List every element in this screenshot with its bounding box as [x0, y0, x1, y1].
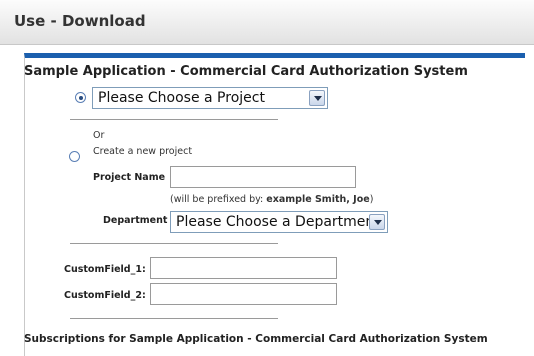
or-label: Or [93, 130, 105, 141]
custom-field-2-label: CustomField_2: [64, 290, 146, 301]
page-title: Use - Download [14, 12, 146, 30]
application-title: Sample Application - Commercial Card Aut… [24, 64, 468, 79]
department-label: Department [103, 215, 168, 226]
custom-field-2-input[interactable] [150, 283, 337, 305]
department-select-value: Please Choose a Department [176, 214, 380, 230]
prefix-note-close: ) [369, 194, 374, 205]
prefix-note-text: (will be prefixed by: [170, 194, 267, 205]
custom-field-1-label: CustomField_1: [64, 264, 146, 275]
page-header: Use - Download [0, 0, 534, 45]
create-project-label: Create a new project [93, 146, 193, 157]
project-select-value: Please Choose a Project [98, 90, 265, 106]
create-project-radio[interactable] [69, 151, 80, 162]
prefix-note-example: example Smith, Joe [266, 194, 370, 205]
divider-2 [70, 243, 278, 244]
project-name-label: Project Name [93, 172, 166, 183]
chevron-down-icon[interactable] [309, 90, 325, 106]
choose-project-radio[interactable] [75, 92, 86, 103]
divider-3 [70, 318, 278, 319]
prefix-note: (will be prefixed by: example Smith, Joe… [170, 194, 373, 205]
chevron-down-icon[interactable] [369, 214, 385, 230]
custom-field-1-input[interactable] [150, 257, 337, 279]
subscriptions-heading: Subscriptions for Sample Application - C… [24, 333, 488, 345]
project-select[interactable]: Please Choose a Project [92, 87, 328, 109]
department-select[interactable]: Please Choose a Department [170, 211, 388, 233]
divider-1 [70, 119, 278, 120]
project-name-input[interactable] [170, 166, 356, 188]
